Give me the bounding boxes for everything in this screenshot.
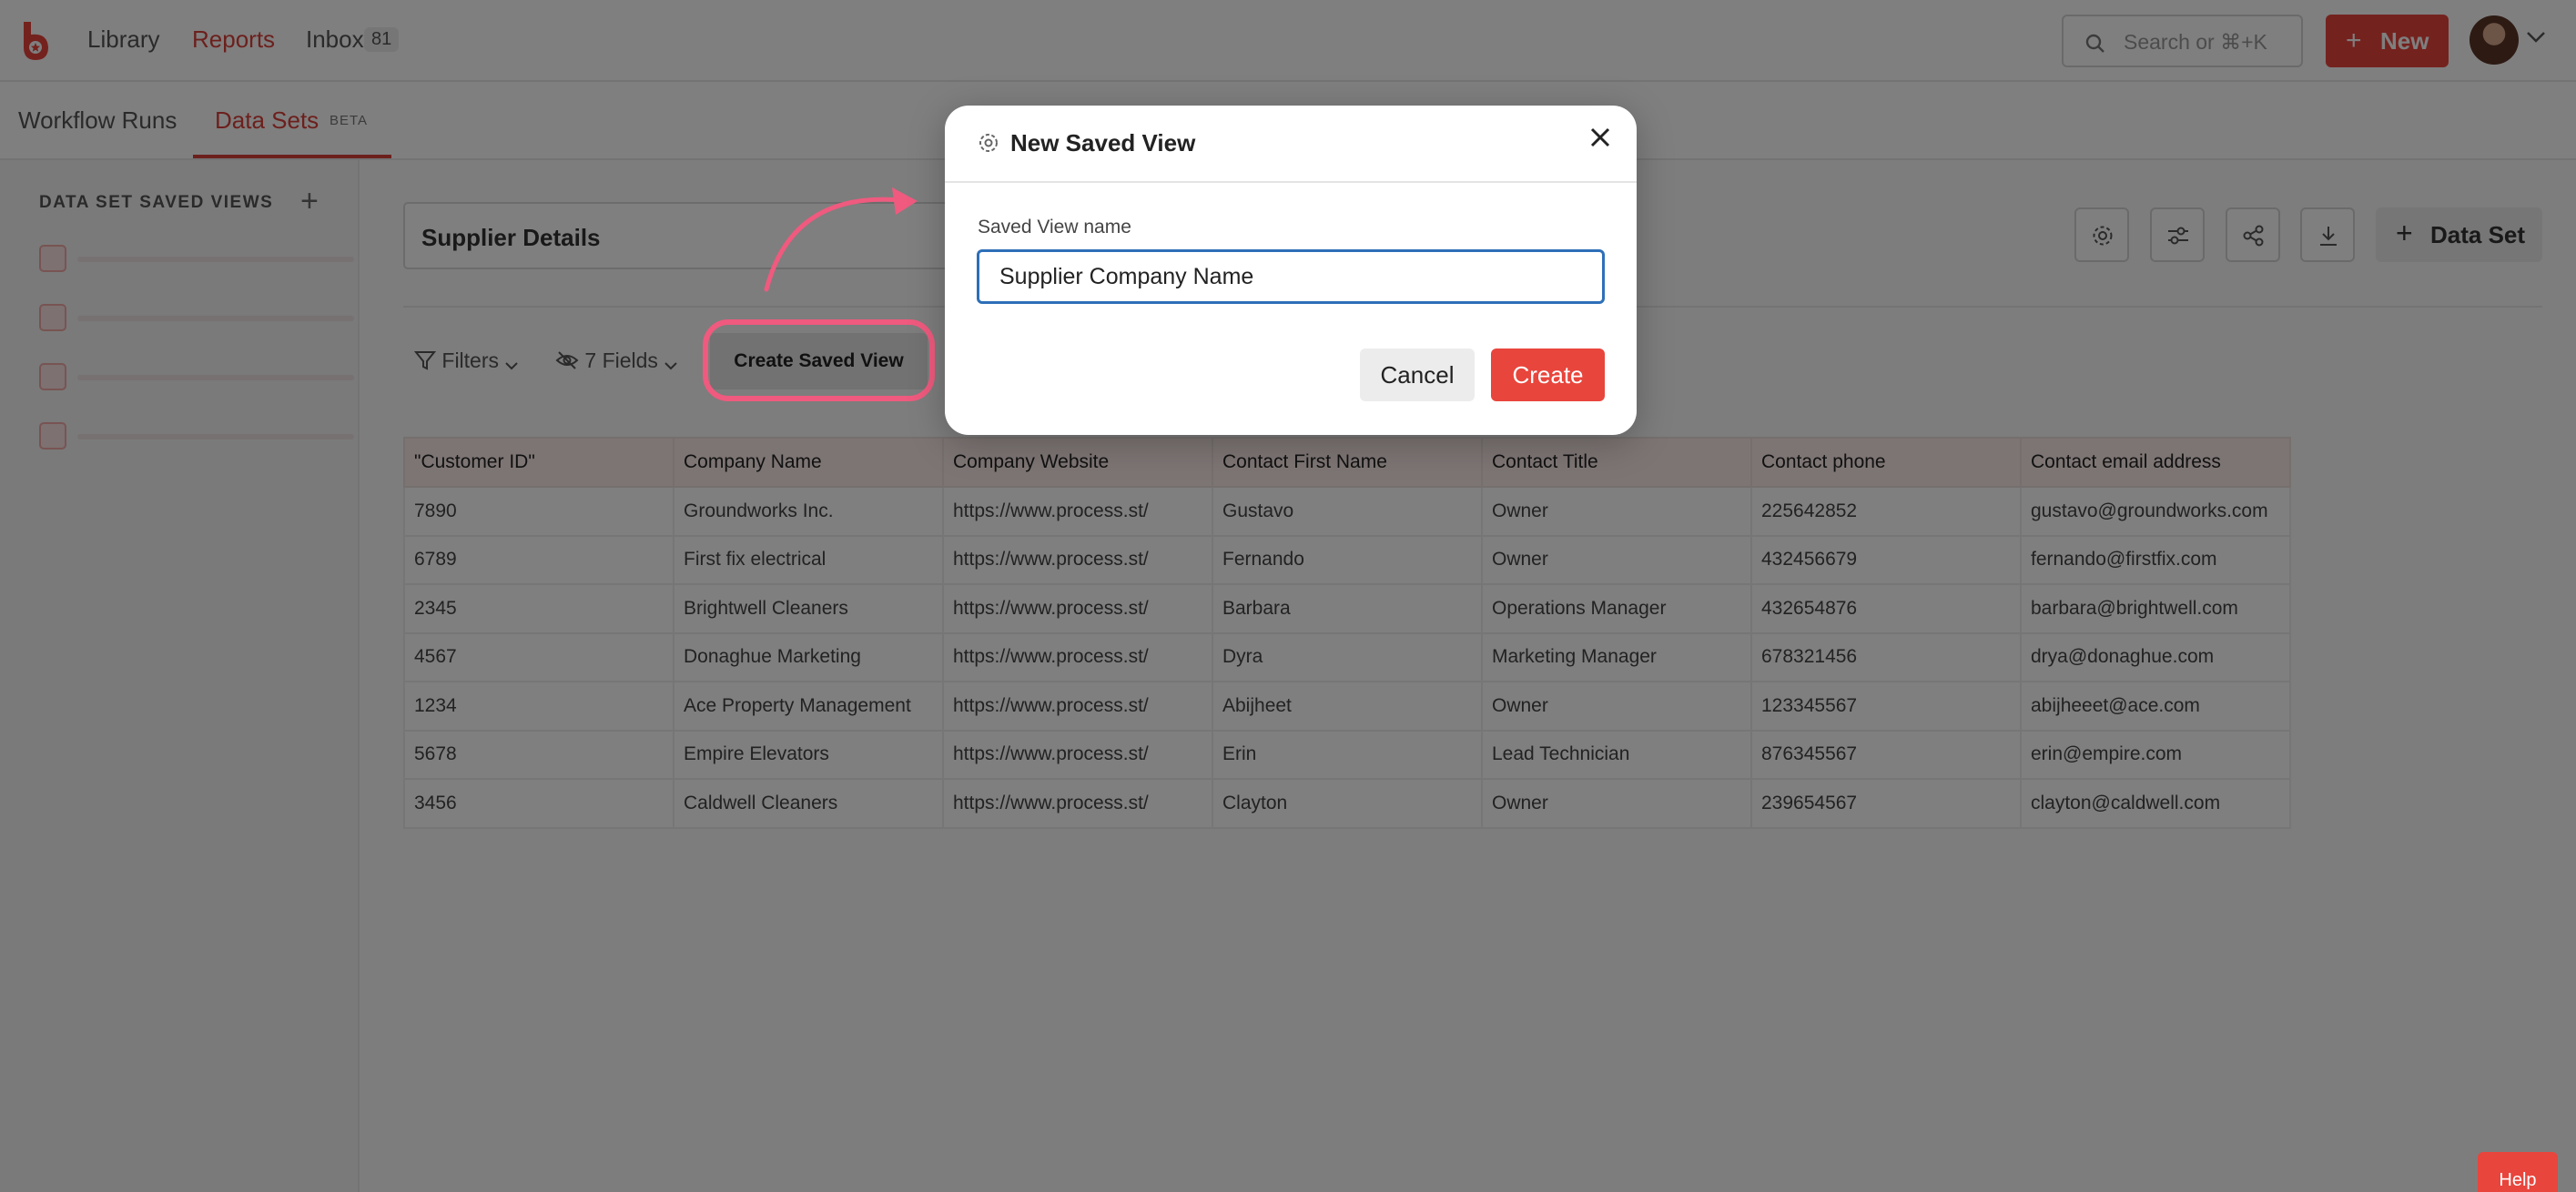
saved-view-name-input[interactable] bbox=[977, 249, 1605, 304]
help-button[interactable]: Help bbox=[2478, 1152, 2558, 1192]
modal-header: New Saved View bbox=[945, 106, 1637, 183]
new-saved-view-modal: New Saved View Saved View name Cancel Cr… bbox=[945, 106, 1637, 435]
modal-title: New Saved View bbox=[1010, 129, 1196, 157]
highlight-ring bbox=[703, 319, 935, 401]
gear-icon bbox=[979, 134, 998, 152]
close-icon[interactable] bbox=[1587, 124, 1614, 151]
annotation-arrow bbox=[764, 187, 918, 292]
saved-view-name-label: Saved View name bbox=[978, 217, 1131, 237]
create-button[interactable]: Create bbox=[1491, 349, 1605, 401]
cancel-button[interactable]: Cancel bbox=[1360, 349, 1475, 401]
